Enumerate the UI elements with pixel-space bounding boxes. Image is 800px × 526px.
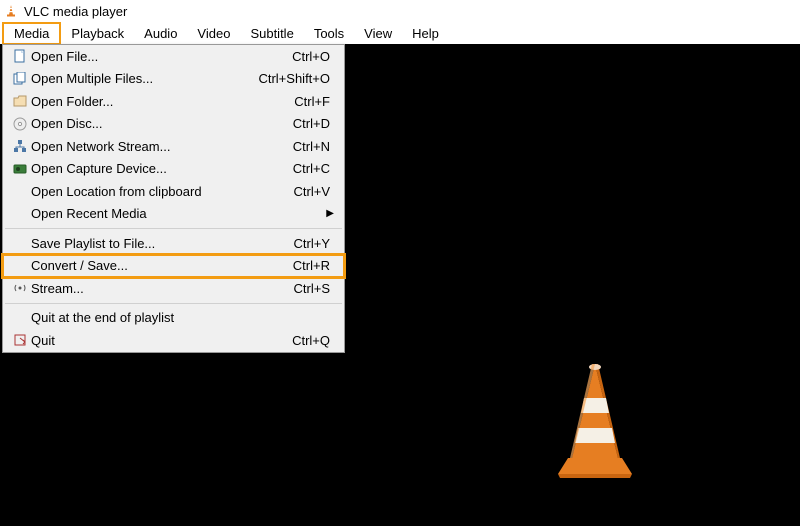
- menu-tools[interactable]: Tools: [304, 24, 354, 43]
- menu-item-shortcut: Ctrl+V: [294, 184, 338, 199]
- menu-item-shortcut: Ctrl+Q: [292, 333, 338, 348]
- menu-item-open-file[interactable]: Open File... Ctrl+O: [3, 45, 344, 68]
- media-dropdown: Open File... Ctrl+O Open Multiple Files.…: [2, 44, 345, 353]
- menu-item-stream[interactable]: Stream... Ctrl+S: [3, 277, 344, 300]
- menu-item-quit-end-playlist[interactable]: Quit at the end of playlist: [3, 307, 344, 330]
- menu-item-shortcut: Ctrl+C: [293, 161, 338, 176]
- menu-item-open-recent-media[interactable]: Open Recent Media ▶: [3, 203, 344, 226]
- menu-item-label: Open Disc...: [31, 116, 293, 131]
- menu-item-shortcut: Ctrl+Y: [294, 236, 338, 251]
- menu-item-label: Quit at the end of playlist: [31, 310, 330, 325]
- disc-icon: [9, 117, 31, 131]
- menu-item-label: Open File...: [31, 49, 292, 64]
- multifile-icon: [9, 72, 31, 86]
- menu-item-label: Open Network Stream...: [31, 139, 293, 154]
- titlebar: VLC media player: [0, 0, 800, 22]
- submenu-arrow-icon: ▶: [326, 208, 334, 219]
- menu-separator: [5, 303, 342, 304]
- menu-audio[interactable]: Audio: [134, 24, 187, 43]
- menu-subtitle[interactable]: Subtitle: [240, 24, 303, 43]
- menu-item-shortcut: Ctrl+R: [293, 258, 338, 273]
- menu-help[interactable]: Help: [402, 24, 449, 43]
- stream-icon: [9, 281, 31, 295]
- menu-item-label: Stream...: [31, 281, 294, 296]
- window-title: VLC media player: [24, 4, 127, 19]
- menu-item-label: Open Location from clipboard: [31, 184, 294, 199]
- menu-item-open-location-clipboard[interactable]: Open Location from clipboard Ctrl+V: [3, 180, 344, 203]
- menu-item-label: Open Recent Media: [31, 206, 338, 221]
- vlc-cone-icon: [4, 4, 18, 18]
- network-icon: [9, 139, 31, 153]
- quit-icon: [9, 333, 31, 347]
- file-icon: [9, 49, 31, 63]
- capture-icon: [9, 162, 31, 176]
- menu-item-save-playlist[interactable]: Save Playlist to File... Ctrl+Y: [3, 232, 344, 255]
- menu-item-label: Save Playlist to File...: [31, 236, 294, 251]
- menu-item-label: Open Multiple Files...: [31, 71, 258, 86]
- menu-item-label: Open Folder...: [31, 94, 294, 109]
- menu-item-quit[interactable]: Quit Ctrl+Q: [3, 329, 344, 352]
- menu-item-shortcut: Ctrl+Shift+O: [258, 71, 338, 86]
- vlc-cone-logo: [540, 358, 650, 488]
- menu-item-open-capture-device[interactable]: Open Capture Device... Ctrl+C: [3, 158, 344, 181]
- menu-item-open-disc[interactable]: Open Disc... Ctrl+D: [3, 113, 344, 136]
- menu-view[interactable]: View: [354, 24, 402, 43]
- menu-item-shortcut: Ctrl+S: [294, 281, 338, 296]
- folder-icon: [9, 94, 31, 108]
- menu-item-shortcut: Ctrl+N: [293, 139, 338, 154]
- menu-item-label: Open Capture Device...: [31, 161, 293, 176]
- menu-separator: [5, 228, 342, 229]
- menu-item-shortcut: Ctrl+O: [292, 49, 338, 64]
- menu-playback[interactable]: Playback: [61, 24, 134, 43]
- menu-item-open-multiple-files[interactable]: Open Multiple Files... Ctrl+Shift+O: [3, 68, 344, 91]
- menu-item-open-folder[interactable]: Open Folder... Ctrl+F: [3, 90, 344, 113]
- menu-item-shortcut: Ctrl+D: [293, 116, 338, 131]
- menu-media[interactable]: Media: [2, 22, 61, 45]
- menu-item-label: Quit: [31, 333, 292, 348]
- menu-item-open-network-stream[interactable]: Open Network Stream... Ctrl+N: [3, 135, 344, 158]
- menu-item-shortcut: Ctrl+F: [294, 94, 338, 109]
- menubar: Media Playback Audio Video Subtitle Tool…: [0, 22, 800, 44]
- menu-item-convert-save[interactable]: Convert / Save... Ctrl+R: [3, 255, 344, 278]
- menu-item-label: Convert / Save...: [31, 258, 293, 273]
- menu-video[interactable]: Video: [187, 24, 240, 43]
